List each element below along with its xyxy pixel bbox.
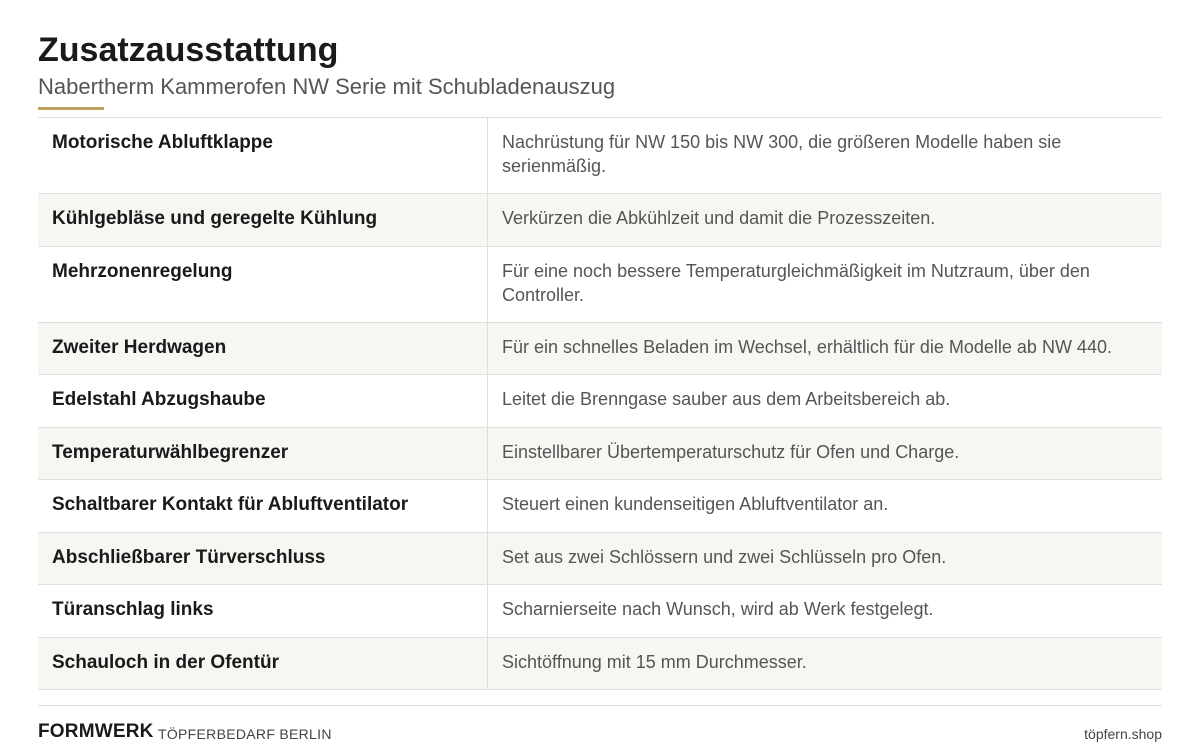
row-description: Für ein schnelles Beladen im Wechsel, er… (502, 336, 1112, 357)
row-description: Verkürzen die Abkühlzeit und damit die P… (502, 208, 936, 228)
row-name: Zweiter Herdwagen (38, 322, 488, 374)
table-row: Temperaturwählbegrenzer Einstellbarer Üb… (38, 427, 1162, 480)
row-description: Sichtöffnung mit 15 mm Durchmesser. (502, 651, 807, 672)
title-accent-bar (38, 107, 104, 110)
row-description: Steuert einen kundenseitigen Abluftventi… (502, 494, 889, 514)
row-description: Einstellbarer Übertemperaturschutz für O… (502, 441, 960, 462)
row-description: Leitet die Brenngase sauber aus dem Arbe… (502, 389, 951, 409)
table-row: Zweiter Herdwagen Für ein schnelles Bela… (38, 322, 1162, 375)
row-name: Motorische Abluftklappe (38, 118, 488, 193)
row-description: Set aus zwei Schlössern und zwei Schlüss… (502, 546, 947, 567)
row-name: Schauloch in der Ofentür (38, 637, 488, 689)
row-description: Für eine noch bessere Temperaturgleichmä… (502, 260, 1090, 305)
table-row: Kühlgebläse und geregelte Kühlung Verkür… (38, 194, 1162, 247)
page-title: Zusatzausstattung (38, 31, 339, 69)
row-name: Temperaturwählbegrenzer (38, 427, 488, 479)
table-row: Türanschlag links Scharnierseite nach Wu… (38, 585, 1162, 638)
row-name: Kühlgebläse und geregelte Kühlung (38, 194, 488, 246)
row-description: Scharnierseite nach Wunsch, wird ab Werk… (502, 599, 934, 619)
row-name: Edelstahl Abzugshaube (38, 375, 488, 427)
row-description: Nachrüstung für NW 150 bis NW 300, die g… (502, 132, 1062, 176)
row-name: Schaltbarer Kontakt für Abluftventilator (38, 480, 488, 532)
table-row: Schauloch in der Ofentür Sichtöffnung mi… (38, 637, 1162, 690)
footer-brand-subtitle: TÖPFERBEDARF BERLIN (158, 726, 332, 742)
page-subtitle: Nabertherm Kammerofen NW Serie mit Schub… (38, 74, 616, 99)
row-name: Türanschlag links (38, 585, 488, 637)
table-row: Abschließbarer Türverschluss Set aus zwe… (38, 532, 1162, 585)
row-name: Mehrzonenregelung (38, 246, 488, 322)
row-name: Abschließbarer Türverschluss (38, 532, 488, 584)
table-row: Mehrzonenregelung Für eine noch bessere … (38, 246, 1162, 323)
footer-brand: FORMWERK (38, 721, 154, 742)
footer-divider (38, 705, 1162, 706)
equipment-table: Motorische Abluftklappe Nachrüstung für … (38, 117, 1162, 690)
table-row: Schaltbarer Kontakt für Abluftventilator… (38, 480, 1162, 533)
table-row: Motorische Abluftklappe Nachrüstung für … (38, 118, 1162, 194)
table-row: Edelstahl Abzugshaube Leitet die Brennga… (38, 375, 1162, 428)
footer-site: töpfern.shop (1084, 726, 1162, 742)
page: Zusatzausstattung Nabertherm Kammerofen … (0, 0, 1200, 752)
